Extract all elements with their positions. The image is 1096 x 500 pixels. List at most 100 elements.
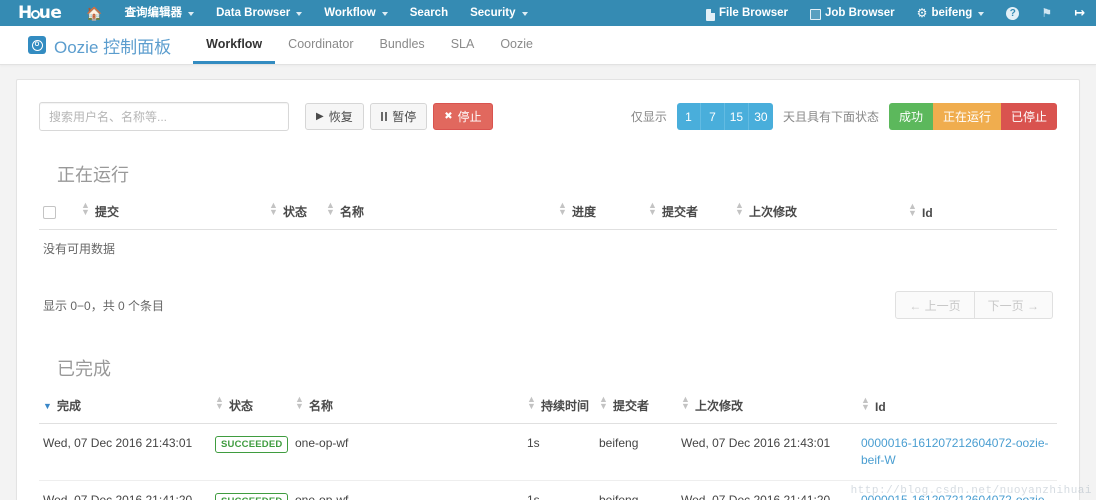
- nav-item-job-browser[interactable]: Job Browser: [799, 0, 906, 26]
- running-pager-row: 显示 0−0，共 0 个条目 ← 上一页 下一页 →: [39, 269, 1057, 325]
- workflow-id-link[interactable]: 0000016-161207212604072-oozie-beif-W: [861, 436, 1049, 467]
- nav-label: Search: [409, 7, 449, 19]
- nav-item-workflow[interactable]: Workflow: [313, 0, 399, 26]
- nav-item-search[interactable]: Search: [399, 0, 459, 26]
- day-filter-7[interactable]: 7: [700, 103, 725, 130]
- kill-button[interactable]: ✖ 停止: [433, 103, 493, 130]
- dashboard-toolbar: ▶ 恢复 暂停 ✖ 停止 仅显示 1 7 15 30: [39, 80, 1057, 135]
- sort-icon: ▲▼: [269, 200, 278, 217]
- file-icon: [705, 9, 715, 21]
- running-col-submitted[interactable]: ▲ ▼ 提交: [77, 197, 265, 230]
- nav-label: File Browser: [718, 7, 788, 19]
- window-icon: [810, 8, 821, 20]
- sort-icon: ▲▼: [735, 200, 744, 217]
- nav-item-security[interactable]: Security: [459, 0, 538, 26]
- running-pager-info: 显示 0−0，共 0 个条目: [43, 298, 165, 313]
- running-col-last-modified[interactable]: ▲ ▼ 上次修改: [731, 197, 904, 230]
- completed-col-completed[interactable]: ▲▼ 完成: [39, 391, 211, 424]
- sort-icon: ▲▼: [558, 200, 567, 217]
- suspend-button[interactable]: 暂停: [369, 103, 428, 130]
- workflow-id-link[interactable]: 0000015-161207212604072-oozie-beif-W: [861, 493, 1049, 500]
- day-filter-1[interactable]: 1: [676, 103, 701, 130]
- running-select-all-header: [39, 197, 77, 230]
- running-table-header-row: ▲ ▼ 提交 ▲ ▼ 状态 ▲ ▼ 名称 ▲ ▼ 进度 ▲ ▼ 提交者 ▲ ▼ 上次修改 ▲ ▼ Id: [39, 197, 1057, 230]
- tab-workflow[interactable]: Workflow: [193, 26, 276, 64]
- cell-completed: Wed, 07 Dec 2016 21:43:01: [39, 423, 211, 481]
- dashboard-card: ▶ 恢复 暂停 ✖ 停止 仅显示 1 7 15 30: [16, 79, 1080, 500]
- home-icon: 🏠: [86, 5, 103, 21]
- oozie-icon: O: [28, 36, 46, 54]
- nav-home[interactable]: 🏠: [75, 0, 113, 26]
- running-col-progress[interactable]: ▲ ▼ 进度: [554, 197, 644, 230]
- tab-bundles[interactable]: Bundles: [367, 26, 438, 64]
- completed-col-last-modified[interactable]: ▲ ▼ 上次修改: [677, 391, 857, 424]
- completed-table-body: Wed, 07 Dec 2016 21:43:01 SUCCEEDED one-…: [39, 423, 1057, 500]
- logout-icon: ↦: [1074, 5, 1085, 20]
- tab-label: Bundles: [379, 36, 425, 51]
- completed-table: ▲▼完成 ▲▼状态 ▲▼名称 ▲▼持续时间 ▲▼提交者 ▲▼上次修改 ▲▼Id …: [39, 391, 1057, 500]
- completed-col-id[interactable]: ▲ ▼ Id: [857, 391, 1057, 424]
- app-sub-navigation: O Oozie 控制面板 Workflow Coordinator Bundle…: [0, 26, 1096, 65]
- nav-item-logout[interactable]: ↦: [1063, 0, 1096, 26]
- sort-icon: ▲▼: [326, 200, 335, 217]
- cell-id: 0000015-161207212604072-oozie-beif-W: [857, 480, 1057, 500]
- day-filter-group: 1 7 15 30: [676, 103, 773, 130]
- page-body: ▶ 恢复 暂停 ✖ 停止 仅显示 1 7 15 30: [0, 65, 1096, 500]
- column-label: 状态: [283, 205, 308, 219]
- completed-col-submitter[interactable]: ▲ ▼ 提交者: [595, 391, 677, 424]
- completed-col-name[interactable]: ▲ ▼ 名称: [291, 391, 523, 424]
- status-filter-running[interactable]: 正在运行: [932, 103, 1001, 130]
- search-input[interactable]: [39, 102, 289, 131]
- resume-button[interactable]: ▶ 恢复: [305, 103, 364, 130]
- running-col-submitter[interactable]: ▲ ▼ 提交者: [644, 197, 731, 230]
- play-icon: ▶: [316, 110, 324, 122]
- running-col-status[interactable]: ▲ ▼ 状态: [265, 197, 322, 230]
- chevron-down-icon: [521, 12, 528, 16]
- nav-item-query-editor[interactable]: 查询编辑器: [114, 0, 206, 26]
- status-badge: SUCCEEDED: [215, 436, 289, 453]
- running-col-name[interactable]: ▲ ▼ 名称: [322, 197, 554, 230]
- table-row[interactable]: Wed, 07 Dec 2016 21:43:01 SUCCEEDED one-…: [39, 423, 1057, 481]
- status-filter-killed[interactable]: 已停止: [1000, 103, 1057, 130]
- nav-item-help[interactable]: ?: [995, 0, 1030, 26]
- tab-label: SLA: [450, 36, 475, 51]
- days-suffix-label: 天且具有下面状态: [782, 110, 879, 124]
- cell-name: one-op-wf: [291, 480, 523, 500]
- hue-logo[interactable]: Hue: [0, 0, 75, 26]
- action-buttons: ▶ 恢复 暂停 ✖ 停止: [305, 103, 493, 130]
- sort-icon: ▲▼: [527, 394, 536, 411]
- sort-icon: ▲▼: [599, 394, 608, 411]
- prev-page-button[interactable]: ← 上一页: [895, 291, 975, 319]
- running-col-id[interactable]: ▲ ▼ Id: [904, 197, 1057, 230]
- table-row[interactable]: Wed, 07 Dec 2016 21:41:20 SUCCEEDED one-…: [39, 480, 1057, 500]
- tab-sla[interactable]: SLA: [438, 26, 488, 64]
- cell-status: SUCCEEDED: [211, 480, 291, 500]
- nav-item-user-menu[interactable]: ⚙ beifeng: [906, 0, 996, 26]
- nav-item-data-browser[interactable]: Data Browser: [205, 0, 313, 26]
- tab-label: Workflow: [206, 36, 263, 51]
- tab-coordinator[interactable]: Coordinator: [275, 26, 366, 64]
- gear-icon: ⚙: [916, 6, 928, 20]
- flag-icon: ⚑: [1041, 6, 1053, 20]
- chevron-down-icon: [296, 12, 303, 16]
- chevron-down-icon: [381, 12, 388, 16]
- app-brand: O Oozie 控制面板: [28, 26, 193, 64]
- column-label: 上次修改: [695, 399, 744, 413]
- column-label: 进度: [572, 205, 597, 219]
- select-all-checkbox[interactable]: [43, 205, 56, 219]
- tab-oozie[interactable]: Oozie: [487, 26, 546, 64]
- column-label: 名称: [309, 399, 334, 413]
- nav-item-flag[interactable]: ⚑: [1030, 0, 1063, 26]
- completed-col-duration[interactable]: ▲ ▼ 持续时间: [523, 391, 595, 424]
- day-filter-15[interactable]: 15: [724, 103, 749, 130]
- status-filter-succeeded[interactable]: 成功: [888, 103, 933, 130]
- nav-label: Security: [470, 7, 516, 19]
- cell-submitter: beifeng: [595, 480, 677, 500]
- day-filter-30[interactable]: 30: [748, 103, 773, 130]
- completed-col-status[interactable]: ▲ ▼ 状态: [211, 391, 291, 424]
- nav-item-file-browser[interactable]: File Browser: [695, 0, 799, 26]
- next-page-button[interactable]: 下一页 →: [974, 291, 1053, 319]
- tab-label: Oozie: [500, 36, 533, 51]
- close-icon: ✖: [444, 110, 453, 122]
- status-badge: SUCCEEDED: [215, 493, 289, 500]
